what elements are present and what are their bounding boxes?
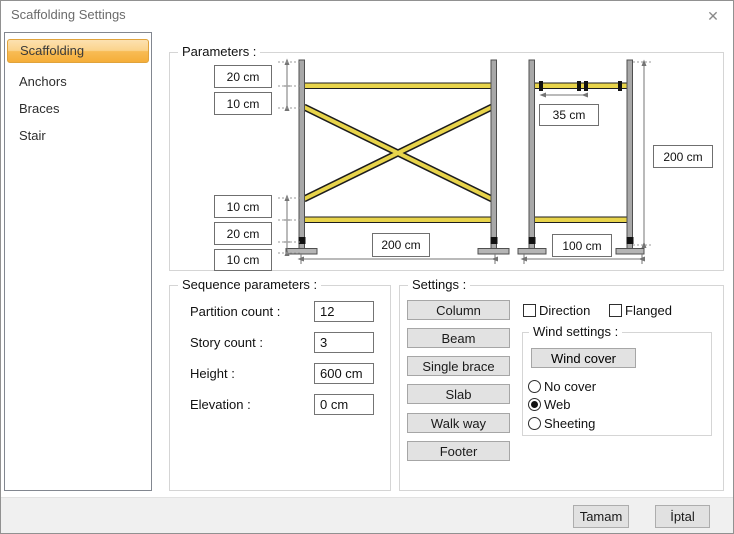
category-list: Scaffolding Anchors Braces Stair [4, 32, 152, 491]
height-label: Height : [190, 363, 235, 384]
cancel-button[interactable]: İptal [655, 505, 710, 528]
wind-cover-button[interactable]: Wind cover [531, 348, 636, 368]
story-count-label: Story count : [190, 332, 263, 353]
dialog-footer: Tamam İptal [1, 497, 733, 533]
dim-bottom-10cm[interactable]: 10 cm [214, 195, 272, 218]
sequence-parameters-group: Sequence parameters : Partition count : … [169, 285, 391, 491]
single-brace-button[interactable]: Single brace [407, 356, 510, 376]
sheeting-radio-label: Sheeting [544, 416, 595, 431]
sidebar-item-braces[interactable]: Braces [5, 95, 151, 122]
partition-count-input[interactable] [314, 301, 374, 322]
settings-group: Settings : Column Beam Single brace Slab… [399, 285, 724, 491]
flanged-checkbox[interactable] [609, 304, 622, 317]
title-bar: Scaffolding Settings ✕ [1, 1, 733, 29]
dim-front-width-200cm[interactable]: 200 cm [372, 233, 430, 257]
web-radio-label: Web [544, 397, 571, 412]
close-icon[interactable]: ✕ [702, 5, 724, 27]
dialog-title: Scaffolding Settings [11, 1, 126, 29]
dim-top-20cm[interactable]: 20 cm [214, 65, 272, 88]
web-radio[interactable] [528, 398, 541, 411]
slab-button[interactable]: Slab [407, 384, 510, 404]
elevation-input[interactable] [314, 394, 374, 415]
story-count-input[interactable] [314, 332, 374, 353]
direction-checkbox[interactable] [523, 304, 536, 317]
sheeting-radio[interactable] [528, 417, 541, 430]
wind-settings-group-label: Wind settings : [529, 324, 622, 339]
settings-group-label: Settings : [408, 277, 470, 292]
no-cover-radio-label: No cover [544, 379, 596, 394]
dim-top-10cm[interactable]: 10 cm [214, 92, 272, 115]
parameters-group: Parameters : [169, 52, 724, 271]
flanged-checkbox-label: Flanged [625, 303, 672, 318]
ok-button[interactable]: Tamam [573, 505, 629, 528]
dim-height-200cm[interactable]: 200 cm [653, 145, 713, 168]
height-input[interactable] [314, 363, 374, 384]
sidebar-item-anchors[interactable]: Anchors [5, 68, 151, 95]
footer-button[interactable]: Footer [407, 441, 510, 461]
dim-coupler-35cm[interactable]: 35 cm [539, 104, 599, 126]
direction-checkbox-label: Direction [539, 303, 590, 318]
no-cover-radio[interactable] [528, 380, 541, 393]
dim-bottom-20cm[interactable]: 20 cm [214, 222, 272, 245]
dim-side-width-100cm[interactable]: 100 cm [552, 234, 612, 257]
sidebar-item-stair[interactable]: Stair [5, 122, 151, 149]
sidebar-item-scaffolding[interactable]: Scaffolding [7, 39, 149, 63]
column-button[interactable]: Column [407, 300, 510, 320]
dim-bottom2-10cm[interactable]: 10 cm [214, 249, 272, 271]
scaffolding-settings-dialog: Scaffolding Settings ✕ Scaffolding Ancho… [0, 0, 734, 534]
elevation-label: Elevation : [190, 394, 251, 415]
walk-way-button[interactable]: Walk way [407, 413, 510, 433]
sequence-group-label: Sequence parameters : [178, 277, 321, 292]
partition-count-label: Partition count : [190, 301, 280, 322]
beam-button[interactable]: Beam [407, 328, 510, 348]
wind-settings-group: Wind settings : Wind cover No cover Web … [522, 332, 712, 436]
